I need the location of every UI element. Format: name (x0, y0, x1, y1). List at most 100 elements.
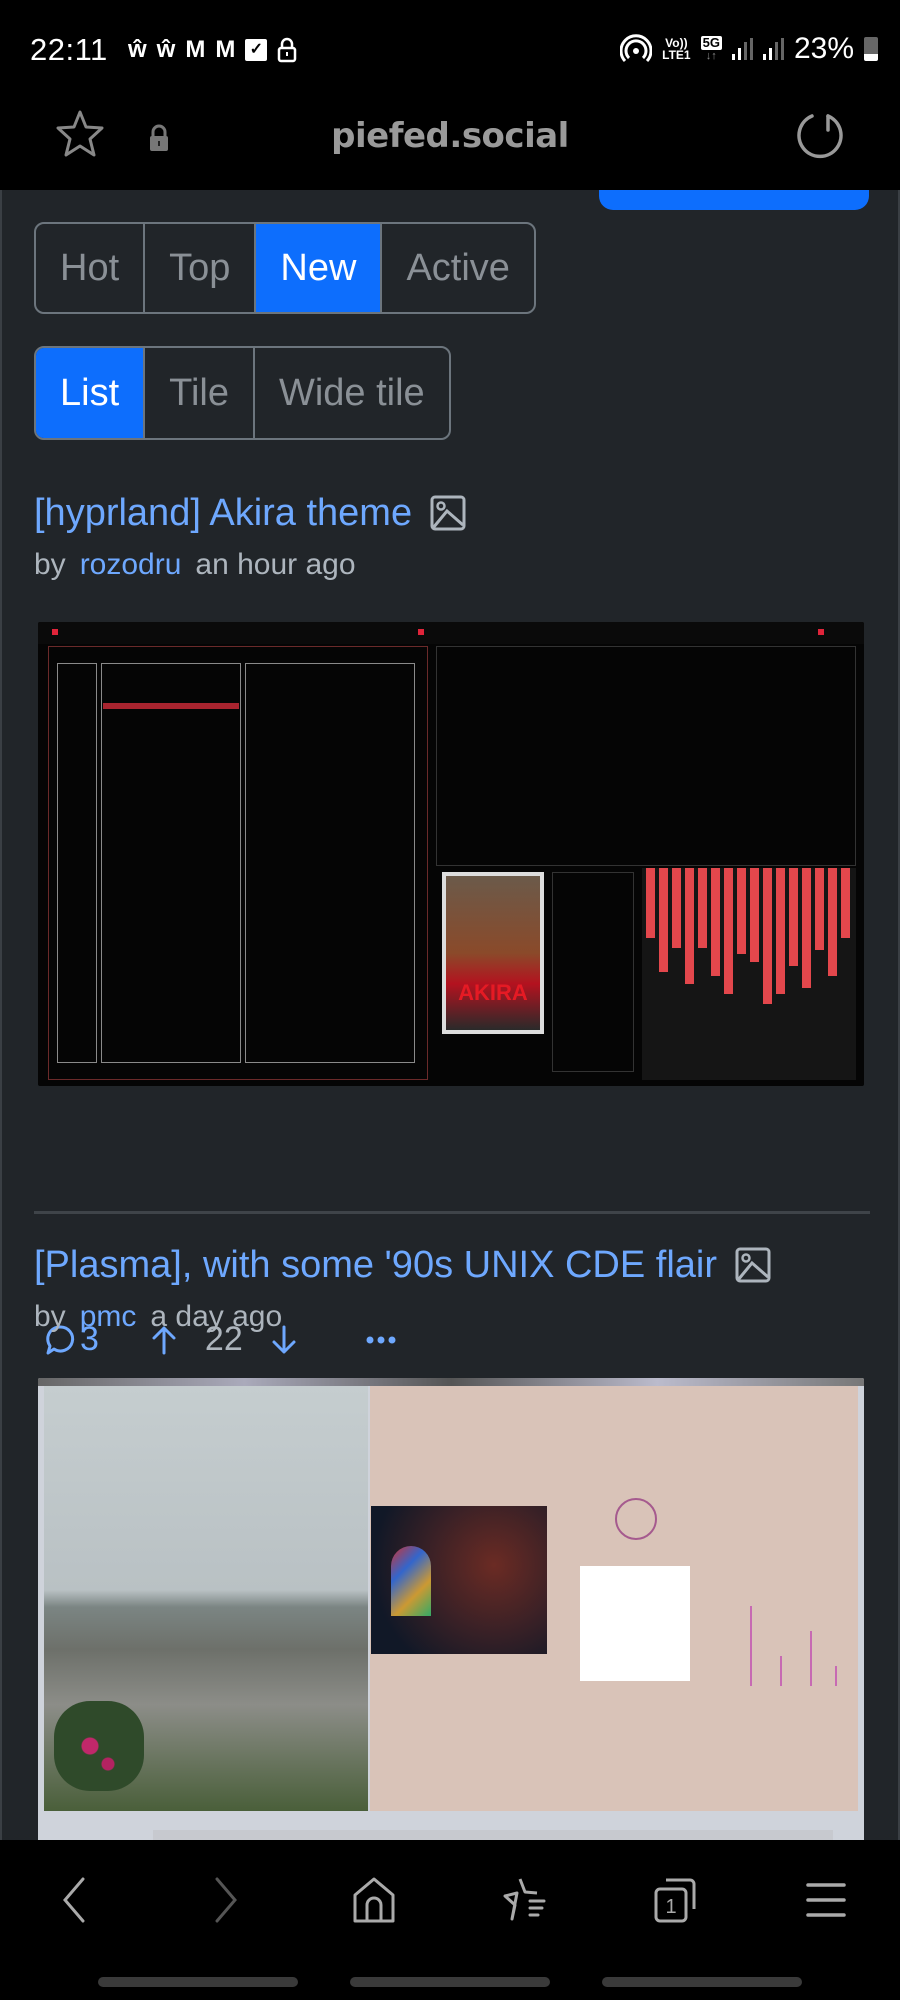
battery-percent: 23% (793, 32, 854, 65)
visualizer-bar (646, 868, 655, 938)
bookmark-list-icon (503, 1878, 546, 1921)
visualizer-bar (737, 868, 746, 954)
post-image[interactable]: AKIRA (38, 622, 864, 1086)
sort-tab-hot[interactable]: Hot (36, 224, 146, 312)
partial-button[interactable] (599, 190, 869, 210)
post-image[interactable] (38, 1378, 864, 1840)
image-icon (430, 495, 466, 531)
status-time: 22:11 (30, 32, 108, 67)
author-link[interactable]: pmc (80, 1300, 137, 1334)
visualizer-bar (672, 868, 681, 948)
visualizer-bar (711, 868, 720, 976)
layout-tab-wide-tile[interactable]: Wide tile (255, 348, 449, 438)
chart-spike (750, 1606, 752, 1686)
post-title-row: [Plasma], with some '90s UNIX CDE flair (34, 1240, 870, 1290)
visualizer-bar (841, 868, 850, 938)
menu-button[interactable] (796, 1870, 856, 1930)
image-icon (735, 1247, 771, 1283)
reload-icon[interactable] (792, 108, 848, 164)
screenshot-selection (103, 703, 239, 709)
screenshot-dot (818, 629, 824, 635)
chevron-right-icon (215, 1877, 237, 1923)
visualizer-bar (659, 868, 668, 972)
screenshot-memory-ring (615, 1498, 657, 1540)
tabs-button[interactable]: 1 (646, 1870, 706, 1930)
w-app-icon: ŵ (156, 36, 176, 63)
post-time: an hour ago (195, 548, 356, 581)
screenshot-stained-glass (391, 1546, 431, 1616)
more-options-icon[interactable] (365, 1335, 397, 1345)
post-title-row: [hyprland] Akira theme (34, 488, 870, 538)
volte-icon: Vo)) LTE1 (662, 36, 691, 62)
page-content: Hot Top New Active List Tile Wide tile [… (0, 190, 900, 1840)
notification-icons: ŵ ŵ M M ✓ (128, 36, 297, 64)
status-bar: 22:11 ŵ ŵ M M ✓ Vo)) LTE1 5G ↓↑ 23% (0, 0, 900, 100)
hotspot-icon (620, 34, 653, 63)
visualizer-bar (815, 868, 824, 950)
screenshot-flowers (54, 1701, 144, 1791)
lock-icon (278, 37, 297, 63)
post-meta: by rozodru an hour ago (34, 548, 870, 582)
layout-tab-list[interactable]: List (36, 348, 146, 438)
post-time: a day ago (150, 1300, 283, 1333)
by-label: by (34, 1300, 66, 1333)
gesture-bar (98, 1977, 298, 1987)
sort-tab-top[interactable]: Top (145, 224, 257, 312)
screenshot-pane (245, 663, 415, 1063)
url-text[interactable]: piefed.social (0, 116, 900, 156)
back-button[interactable] (44, 1870, 104, 1930)
w-app-icon: ŵ (128, 36, 147, 63)
visualizer-bar (776, 868, 785, 994)
sort-tabs: Hot Top New Active (34, 222, 536, 314)
home-button[interactable] (344, 1870, 404, 1930)
bookmarks-button[interactable] (496, 1870, 556, 1930)
screenshot-widgets (370, 1386, 858, 1811)
post-item: [Plasma], with some '90s UNIX CDE flair … (34, 1240, 870, 1334)
gesture-bar (350, 1977, 550, 1987)
screenshot-coast-photo (44, 1386, 368, 1811)
visualizer-bar (802, 868, 811, 988)
chart-spike (835, 1666, 837, 1686)
layout-tab-tile[interactable]: Tile (145, 348, 255, 438)
visualizer-bar (698, 868, 707, 948)
signal-icon (762, 38, 784, 60)
screenshot-taskbar (153, 1830, 833, 1840)
visualizer-bar (828, 868, 837, 976)
visualizer-bar (763, 868, 772, 1004)
layout-tabs: List Tile Wide tile (34, 346, 451, 440)
battery-charging-icon (864, 37, 878, 61)
sort-tab-new[interactable]: New (256, 224, 383, 312)
five-g-icon: 5G ↓↑ (700, 35, 722, 62)
screenshot-pane (101, 663, 241, 1063)
forward-button[interactable] (196, 1870, 256, 1930)
post-item: [hyprland] Akira theme by rozodru an hou… (34, 488, 870, 582)
screenshot-wallpaper-edge (38, 1378, 864, 1386)
sort-tab-active[interactable]: Active (382, 224, 533, 312)
screenshot-network-chart (740, 1586, 850, 1686)
author-link[interactable]: rozodru (80, 548, 182, 582)
gesture-bar (602, 1977, 802, 1987)
post-title-link[interactable]: [hyprland] Akira theme (34, 488, 412, 538)
checkbox-icon: ✓ (245, 39, 268, 61)
chart-spike (810, 1631, 812, 1686)
visualizer-bar (724, 868, 733, 994)
screenshot-visualizer (642, 868, 856, 1080)
screenshot-topbar (38, 622, 864, 644)
post-meta: by pmc a day ago (34, 1300, 870, 1334)
post-title-link[interactable]: [Plasma], with some '90s UNIX CDE flair (34, 1240, 717, 1290)
svg-text:1: 1 (665, 1896, 676, 1918)
signal-icon (731, 38, 753, 60)
browser-bottom-nav: 1 (0, 1840, 900, 2000)
screenshot-sysinfo (552, 872, 634, 1072)
screenshot-music-player (436, 646, 856, 866)
m-app-icon: M (185, 36, 206, 63)
chevron-left-icon (63, 1877, 85, 1923)
tabs-icon: 1 (654, 1878, 696, 1923)
home-icon (353, 1877, 395, 1923)
by-label: by (34, 548, 66, 581)
screenshot-pane (57, 663, 97, 1063)
visualizer-bar (750, 868, 759, 962)
status-indicators: Vo)) LTE1 5G ↓↑ 23% (620, 32, 878, 66)
screenshot-table (580, 1566, 690, 1681)
screenshot-album-art (371, 1506, 547, 1654)
